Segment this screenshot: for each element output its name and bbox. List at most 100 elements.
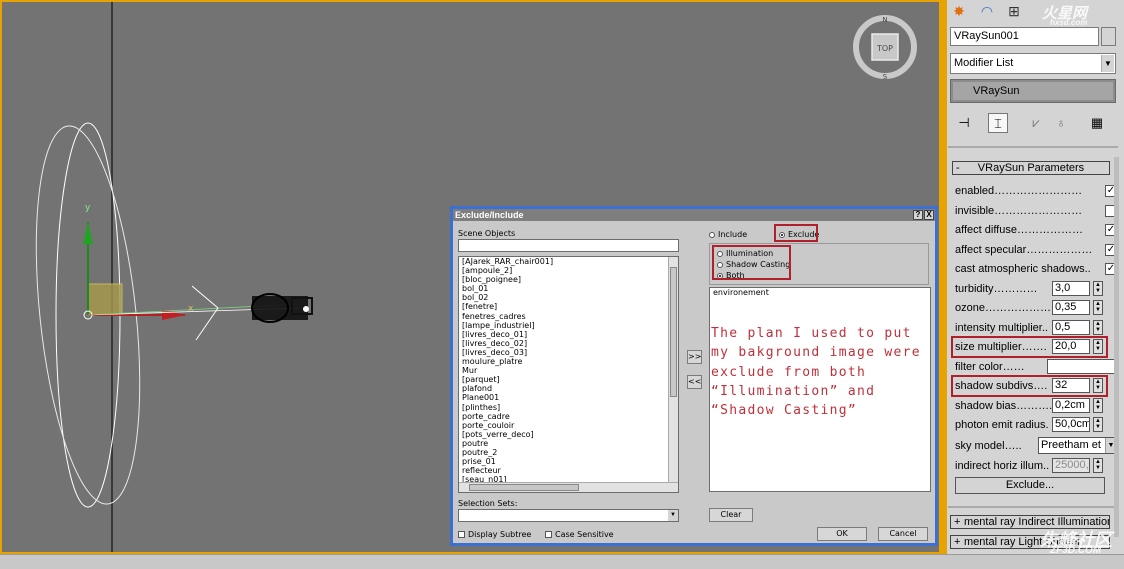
list-item[interactable]: bol_02 <box>459 293 678 302</box>
spinner-arrows-icon[interactable]: ▲ ▼ <box>1093 458 1103 473</box>
list-item[interactable]: poutre <box>459 439 678 448</box>
display-subtree-checkbox[interactable] <box>458 531 465 538</box>
list-item[interactable]: [fenetre] <box>459 302 678 311</box>
list-item[interactable]: prise_01 <box>459 457 678 466</box>
param-label: photon emit radius. <box>955 419 1049 431</box>
scene-objects-label: Scene Objects <box>458 229 516 238</box>
selection-sets-dropdown[interactable]: ▼ <box>458 509 679 522</box>
modifier-stack[interactable]: VRaySun <box>950 79 1116 103</box>
cancel-button[interactable]: Cancel <box>878 527 928 541</box>
sky-model-dropdown[interactable]: Preetham et ▼ <box>1038 437 1117 454</box>
hierarchy-tab-icon[interactable]: ⊞ <box>1004 2 1024 20</box>
configure-modifier-sets-icon[interactable]: ▦ <box>1087 113 1107 133</box>
indirect-horiz-illum-spinner[interactable]: 25000, <box>1052 458 1090 473</box>
shadow-bias-spinner[interactable]: 0,2cm <box>1052 398 1090 413</box>
chevron-down-icon: ▼ <box>1101 55 1114 72</box>
list-item[interactable]: fenetres_cadres <box>459 312 678 321</box>
rollout-expand-toggle[interactable]: + <box>954 536 960 548</box>
list-item[interactable]: bol_01 <box>459 284 678 293</box>
list-item[interactable]: [livres_deco_01] <box>459 330 678 339</box>
panel-scrollbar[interactable] <box>1114 157 1119 537</box>
list-item[interactable]: [bloc_poignee] <box>459 275 678 284</box>
display-subtree-option[interactable]: Display Subtree <box>458 530 531 539</box>
dialog-titlebar[interactable]: Exclude/Include ? X <box>453 209 935 221</box>
move-right-button[interactable]: >> <box>687 350 702 364</box>
ozone-spinner[interactable]: 0,35 <box>1052 300 1090 315</box>
scene-objects-list[interactable]: [AJarek_RAR_chair001] [ampoule_2] [bloc_po… <box>458 256 679 493</box>
turbidity-spinner[interactable]: 3,0 <box>1052 281 1090 296</box>
highlight-exclude <box>774 224 818 242</box>
list-hscrollbar[interactable] <box>459 482 678 492</box>
object-name-field[interactable]: VRaySun001 <box>950 27 1099 46</box>
photon-emit-radius-spinner[interactable]: 50,0cm <box>1052 417 1090 432</box>
param-cast-atmospheric-shadows: cast atmospheric shadows.. ✓ <box>955 260 1120 278</box>
list-item[interactable]: reflecteur <box>459 466 678 475</box>
param-affect-diffuse: affect diffuse……………… ✓ <box>955 221 1120 239</box>
highlight-shadow-subdivs <box>951 375 1108 397</box>
list-item[interactable]: [AJarek_RAR_chair001] <box>459 257 678 266</box>
case-sensitive-option[interactable]: Case Sensitive <box>545 530 614 539</box>
viewcube-n-label: N <box>882 16 887 24</box>
list-item[interactable]: [plinthes] <box>459 403 678 412</box>
axis-x-label: x <box>188 304 194 314</box>
make-unique-icon[interactable]: ⩗ <box>1026 113 1046 133</box>
ok-button[interactable]: OK <box>817 527 867 541</box>
panel-active-border <box>942 0 947 554</box>
filter-color-swatch[interactable] <box>1047 359 1117 374</box>
help-button[interactable]: ? <box>913 210 923 220</box>
list-item[interactable]: moulure_platre <box>459 357 678 366</box>
object-color-swatch[interactable] <box>1101 27 1116 46</box>
axis-y-label: y <box>85 203 91 213</box>
rollout-expand-toggle[interactable]: + <box>954 516 960 528</box>
vraysun-parameters-rollout[interactable]: - VRaySun Parameters <box>952 161 1110 175</box>
scene-objects-filter-input[interactable] <box>458 239 679 252</box>
list-item[interactable]: [livres_deco_03] <box>459 348 678 357</box>
list-item[interactable]: [parquet] <box>459 375 678 384</box>
list-item[interactable]: Plane001 <box>459 393 678 402</box>
show-end-result-icon[interactable]: ⌶ <box>988 113 1008 133</box>
spinner-arrows-icon[interactable]: ▲ ▼ <box>1093 417 1103 432</box>
list-vscrollbar[interactable] <box>668 257 678 482</box>
list-item[interactable]: [pots_verre_deco] <box>459 430 678 439</box>
case-sensitive-checkbox[interactable] <box>545 531 552 538</box>
pin-stack-icon[interactable]: ⊣ <box>954 113 974 133</box>
viewport-active-border-left <box>0 0 2 554</box>
spinner-arrows-icon[interactable]: ▲ ▼ <box>1093 281 1103 296</box>
exclude-button[interactable]: Exclude... <box>955 477 1105 494</box>
viewcube[interactable]: TOP N S <box>852 14 918 80</box>
status-bar <box>0 554 1124 569</box>
spinner-arrows-icon[interactable]: ▲ ▼ <box>1093 398 1103 413</box>
param-photon-emit-radius: photon emit radius. 50,0cm ▲ ▼ <box>955 416 1120 434</box>
rollout-title: VRaySun Parameters <box>977 162 1085 174</box>
list-item[interactable]: environement <box>710 288 930 297</box>
param-intensity-multiplier: intensity multiplier.. 0,5 ▲ ▼ <box>955 319 1120 337</box>
chevron-down-icon: ▼ <box>668 510 678 521</box>
highlight-exclude-mode <box>712 245 791 280</box>
modifier-stack-item[interactable]: VRaySun <box>953 82 1113 100</box>
perspective-viewport[interactable]: y x TOP N S Exclude/Include ? X Scene Ob… <box>0 0 942 554</box>
list-item[interactable]: poutre_2 <box>459 448 678 457</box>
modify-tab-icon[interactable]: ◠ <box>977 2 997 20</box>
intensity-multiplier-spinner[interactable]: 0,5 <box>1052 320 1090 335</box>
rollout-collapse-toggle[interactable]: - <box>956 162 960 174</box>
modifier-list-dropdown[interactable]: Modifier List ▼ <box>950 53 1116 74</box>
list-item[interactable]: porte_cadre <box>459 412 678 421</box>
list-item[interactable]: Mur <box>459 366 678 375</box>
clear-button[interactable]: Clear <box>709 508 753 522</box>
list-item[interactable]: [ampoule_2] <box>459 266 678 275</box>
move-left-button[interactable]: << <box>687 375 702 389</box>
list-item[interactable]: [lampe_industriel] <box>459 321 678 330</box>
close-button[interactable]: X <box>924 210 934 220</box>
create-tab-icon[interactable]: ✸ <box>949 2 969 20</box>
spinner-arrows-icon[interactable]: ▲ ▼ <box>1093 300 1103 315</box>
list-item[interactable]: plafond <box>459 384 678 393</box>
include-radio[interactable]: Include <box>709 230 747 239</box>
selection-sets-label: Selection Sets: <box>458 499 518 508</box>
list-item[interactable]: porte_couloir <box>459 421 678 430</box>
sky-model-value: Preetham et <box>1041 439 1101 451</box>
spinner-arrows-icon[interactable]: ▲ ▼ <box>1093 320 1103 335</box>
list-item[interactable]: [livres_deco_02] <box>459 339 678 348</box>
remove-modifier-icon[interactable]: ♁ <box>1051 113 1071 133</box>
param-shadow-bias: shadow bias………. 0,2cm ▲ ▼ <box>955 397 1120 415</box>
param-sky-model: sky model….. Preetham et ▼ <box>955 437 1120 455</box>
